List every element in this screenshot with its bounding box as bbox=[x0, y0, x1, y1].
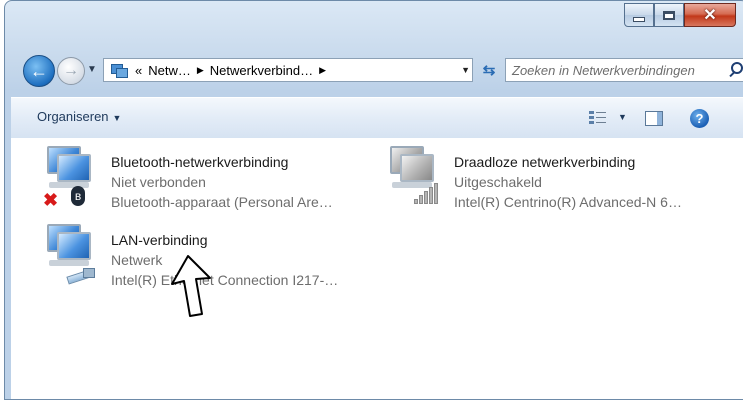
connection-status: Niet verbonden bbox=[111, 174, 206, 190]
navigation-bar: ← → ▼ « Netw… ▶ Netwerkverbind… ▶ ▼ ⇆ Zo… bbox=[19, 53, 743, 87]
connection-device: Intel(R) Centrino(R) Advanced-N 6… bbox=[454, 194, 682, 210]
search-input[interactable]: Zoeken in Netwerkverbindingen bbox=[506, 63, 726, 78]
network-folder-icon bbox=[110, 62, 128, 78]
connection-name: Bluetooth-netwerkverbinding bbox=[111, 154, 289, 170]
connections-list: ✖ ʙ Bluetooth-netwerkverbinding Niet ver… bbox=[11, 138, 743, 399]
search-icon[interactable] bbox=[726, 61, 743, 79]
view-options-dropdown[interactable]: ▼ bbox=[618, 112, 627, 122]
preview-pane-icon[interactable] bbox=[645, 111, 663, 126]
disconnected-x-icon: ✖ bbox=[43, 190, 59, 210]
maximize-button[interactable] bbox=[654, 3, 684, 27]
back-button[interactable]: ← bbox=[23, 55, 55, 87]
mouse-pointer-icon bbox=[171, 255, 211, 317]
change-view-icon[interactable] bbox=[589, 110, 607, 126]
caption-buttons: ✕ bbox=[624, 3, 736, 27]
close-button[interactable]: ✕ bbox=[684, 3, 736, 27]
explorer-window: ✕ ← → ▼ « Netw… ▶ Netwerkverbind… ▶ ▼ ⇆ … bbox=[4, 0, 743, 400]
breadcrumb-separator[interactable]: ▶ bbox=[316, 65, 329, 76]
search-box[interactable]: Zoeken in Netwerkverbindingen bbox=[505, 58, 743, 82]
breadcrumb-overflow[interactable]: « bbox=[132, 63, 145, 78]
organise-menu-button[interactable]: Organiseren ▼ bbox=[37, 109, 121, 124]
forward-button[interactable]: → bbox=[57, 57, 85, 85]
maximize-icon bbox=[663, 10, 675, 20]
organise-label: Organiseren bbox=[37, 109, 109, 124]
bluetooth-icon: ʙ bbox=[71, 186, 85, 206]
close-icon: ✕ bbox=[703, 7, 717, 24]
command-bar: Organiseren ▼ ▼ ? bbox=[11, 97, 743, 139]
address-bar[interactable]: « Netw… ▶ Netwerkverbind… ▶ ▼ bbox=[103, 58, 473, 82]
refresh-icon: ⇆ bbox=[482, 62, 496, 79]
wireless-signal-icon bbox=[414, 182, 442, 204]
breadcrumb-separator[interactable]: ▶ bbox=[194, 65, 207, 76]
network-connection-icon bbox=[41, 222, 99, 284]
ethernet-cable-icon bbox=[67, 268, 97, 282]
breadcrumb-network[interactable]: Netw… bbox=[145, 63, 194, 78]
address-dropdown[interactable]: ▼ bbox=[461, 65, 470, 75]
help-icon[interactable]: ? bbox=[690, 109, 709, 128]
connection-item-wireless[interactable]: Draadloze netwerkverbinding Uitgeschakel… bbox=[384, 138, 724, 210]
connection-name: Draadloze netwerkverbinding bbox=[454, 154, 636, 170]
refresh-button[interactable]: ⇆ bbox=[477, 58, 501, 82]
connection-item-bluetooth[interactable]: ✖ ʙ Bluetooth-netwerkverbinding Niet ver… bbox=[41, 138, 381, 210]
network-connection-icon bbox=[384, 144, 442, 206]
title-bar[interactable]: ✕ bbox=[5, 1, 743, 43]
back-arrow-icon: ← bbox=[30, 60, 48, 81]
chevron-down-icon: ▼ bbox=[112, 113, 122, 123]
connection-device: Bluetooth-apparaat (Personal Are… bbox=[111, 194, 333, 210]
minimize-icon bbox=[633, 16, 645, 22]
connection-status: Uitgeschakeld bbox=[454, 174, 542, 190]
connection-name: LAN-verbinding bbox=[111, 232, 208, 248]
breadcrumb-network-connections[interactable]: Netwerkverbind… bbox=[207, 63, 316, 78]
recent-pages-dropdown[interactable]: ▼ bbox=[87, 64, 97, 75]
network-connection-icon: ✖ ʙ bbox=[41, 144, 99, 210]
forward-arrow-icon: → bbox=[63, 62, 79, 79]
minimize-button[interactable] bbox=[624, 3, 654, 27]
